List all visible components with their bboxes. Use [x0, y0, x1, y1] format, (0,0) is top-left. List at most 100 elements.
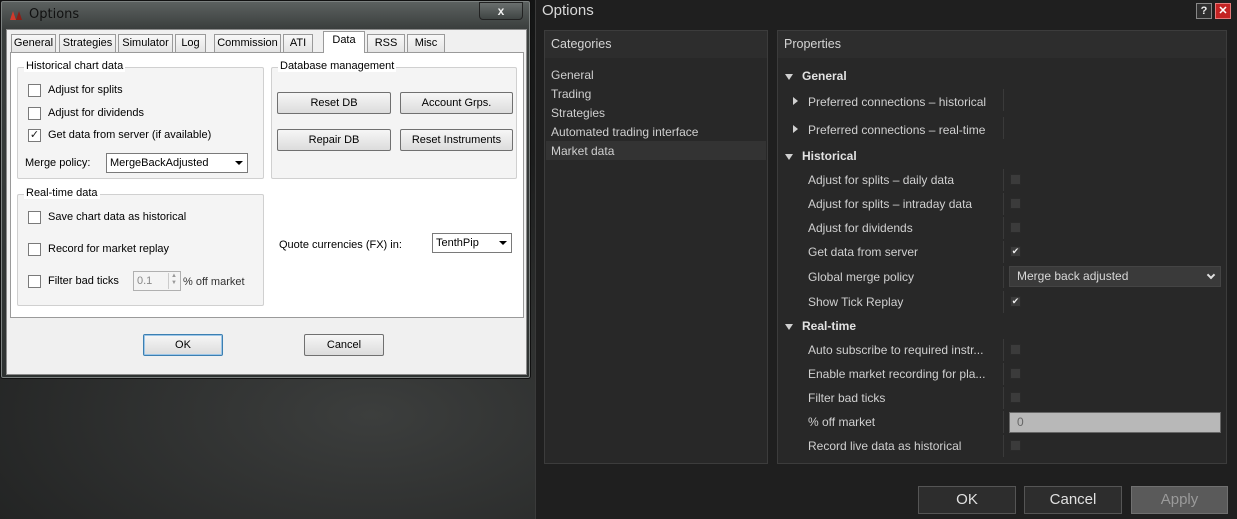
off-market-input[interactable]: 0: [1009, 412, 1221, 433]
apply-button[interactable]: Apply: [1131, 486, 1228, 514]
record-live-data-label: Record live data as historical: [808, 439, 962, 453]
tab-simulator[interactable]: Simulator: [118, 34, 173, 52]
dropdown-arrow-icon: [235, 161, 243, 165]
column-divider: [1003, 435, 1004, 457]
tab-ati[interactable]: ATI: [283, 34, 313, 52]
categories-header: Categories: [545, 31, 767, 58]
account-groups-button[interactable]: Account Grps.: [400, 92, 513, 114]
collapse-arrow-icon[interactable]: [785, 74, 793, 80]
enable-market-recording-checkbox[interactable]: [1010, 368, 1021, 379]
checkbox-box[interactable]: [28, 275, 41, 288]
checkmark-icon[interactable]: ✔: [1010, 246, 1021, 257]
adjust-splits-intraday-checkbox[interactable]: [1010, 198, 1021, 209]
ok-button[interactable]: OK: [918, 486, 1016, 514]
column-divider: [1003, 117, 1004, 139]
column-divider: [1003, 241, 1004, 263]
classic-options-window: Options x General Strategies Simulator L…: [0, 0, 531, 379]
reset-instruments-button[interactable]: Reset Instruments: [400, 129, 513, 151]
quote-currencies-select[interactable]: TenthPip: [432, 233, 512, 253]
global-merge-policy-label: Global merge policy: [808, 270, 915, 284]
expand-arrow-icon[interactable]: [793, 125, 798, 133]
filter-bad-ticks-label: Filter bad ticks: [808, 391, 886, 405]
category-trading[interactable]: Trading: [551, 87, 591, 101]
record-live-data-checkbox[interactable]: [1010, 440, 1021, 451]
preferred-connections-historical[interactable]: Preferred connections – historical: [808, 95, 986, 109]
checkbox-box[interactable]: [28, 243, 41, 256]
adjust-dividends-label: Adjust for dividends: [808, 221, 913, 235]
merge-policy-select[interactable]: MergeBackAdjusted: [106, 153, 248, 173]
off-market-value: 0.1: [137, 275, 153, 287]
preferred-connections-realtime[interactable]: Preferred connections – real-time: [808, 123, 985, 137]
checkbox-label: Record for market replay: [48, 243, 170, 255]
enable-market-recording-label: Enable market recording for pla...: [808, 367, 986, 381]
checkbox-box[interactable]: [28, 84, 41, 97]
close-icon[interactable]: ✕: [1215, 3, 1231, 19]
historical-chart-data-group: Historical chart data Adjust for splits …: [17, 60, 264, 179]
merge-policy-value: MergeBackAdjusted: [110, 157, 209, 169]
column-divider: [1003, 266, 1004, 288]
show-tick-replay-label: Show Tick Replay: [808, 295, 904, 309]
auto-subscribe-checkbox[interactable]: [1010, 344, 1021, 355]
properties-header: Properties: [778, 31, 1226, 58]
auto-subscribe-label: Auto subscribe to required instr...: [808, 343, 984, 357]
get-data-from-server-label: Get data from server: [808, 245, 919, 259]
adjust-splits-daily-checkbox[interactable]: [1010, 174, 1021, 185]
collapse-arrow-icon[interactable]: [785, 324, 793, 330]
checkbox-box[interactable]: [28, 107, 41, 120]
category-ati[interactable]: Automated trading interface: [551, 125, 698, 139]
global-merge-policy-value: Merge back adjusted: [1017, 269, 1129, 283]
reset-db-button[interactable]: Reset DB: [277, 92, 391, 114]
cancel-button[interactable]: Cancel: [1024, 486, 1122, 514]
checkbox-box[interactable]: [28, 211, 41, 224]
column-divider: [1003, 291, 1004, 313]
tab-log[interactable]: Log: [175, 34, 206, 52]
category-strategies[interactable]: Strategies: [551, 106, 605, 120]
quote-currencies-label: Quote currencies (FX) in:: [279, 239, 402, 251]
categories-panel: Categories General Trading Strategies Au…: [544, 30, 768, 464]
properties-panel: Properties General Preferred connections…: [777, 30, 1227, 464]
tab-data[interactable]: Data: [323, 31, 365, 53]
adjust-splits-intraday-label: Adjust for splits – intraday data: [808, 197, 973, 211]
adjust-dividends-checkbox[interactable]: [1010, 222, 1021, 233]
section-historical[interactable]: Historical: [802, 149, 857, 163]
tab-general[interactable]: General: [11, 34, 56, 52]
checkmark-icon[interactable]: ✔: [1010, 296, 1021, 307]
checkbox-label: Filter bad ticks: [48, 275, 119, 287]
tab-rss[interactable]: RSS: [367, 34, 405, 52]
cancel-button[interactable]: Cancel: [304, 334, 384, 356]
app-logo-icon: [10, 11, 22, 20]
checkbox-label: Save chart data as historical: [48, 211, 187, 223]
realtime-data-group: Real-time data Save chart data as histor…: [17, 187, 264, 306]
section-realtime[interactable]: Real-time: [802, 319, 856, 333]
checkmark-icon[interactable]: ✓: [28, 129, 41, 142]
group-title: Real-time data: [24, 187, 100, 199]
help-icon[interactable]: ?: [1196, 3, 1212, 19]
adjust-splits-daily-label: Adjust for splits – daily data: [808, 173, 955, 187]
spinner-arrows-icon[interactable]: ▲ ▼: [168, 273, 179, 289]
ok-button[interactable]: OK: [143, 334, 223, 356]
classic-client-area: General Strategies Simulator Log Commiss…: [6, 29, 527, 375]
category-general[interactable]: General: [551, 68, 594, 82]
tab-commission[interactable]: Commission: [214, 34, 281, 52]
filter-bad-ticks-checkbox[interactable]: [1010, 392, 1021, 403]
column-divider: [1003, 89, 1004, 111]
expand-arrow-icon[interactable]: [793, 97, 798, 105]
global-merge-policy-select[interactable]: Merge back adjusted: [1009, 266, 1221, 287]
off-market-spinner[interactable]: 0.1 ▲ ▼: [133, 271, 181, 291]
checkbox-label: Get data from server (if available): [48, 129, 212, 141]
tab-misc[interactable]: Misc: [407, 34, 445, 52]
column-divider: [1003, 217, 1004, 239]
checkbox-label: Adjust for splits: [48, 84, 123, 96]
group-title: Historical chart data: [24, 60, 126, 72]
database-management-group: Database management Reset DB Account Grp…: [271, 60, 517, 179]
quote-currencies-value: TenthPip: [436, 237, 479, 249]
tab-strategies[interactable]: Strategies: [59, 34, 116, 52]
repair-db-button[interactable]: Repair DB: [277, 129, 391, 151]
category-market-data[interactable]: Market data: [551, 144, 614, 158]
checkbox-label: Adjust for dividends: [48, 107, 144, 119]
off-market-label: % off market: [808, 415, 876, 429]
chevron-down-icon: [1206, 270, 1216, 280]
close-icon[interactable]: x: [479, 2, 523, 20]
collapse-arrow-icon[interactable]: [785, 154, 793, 160]
section-general[interactable]: General: [802, 69, 847, 83]
